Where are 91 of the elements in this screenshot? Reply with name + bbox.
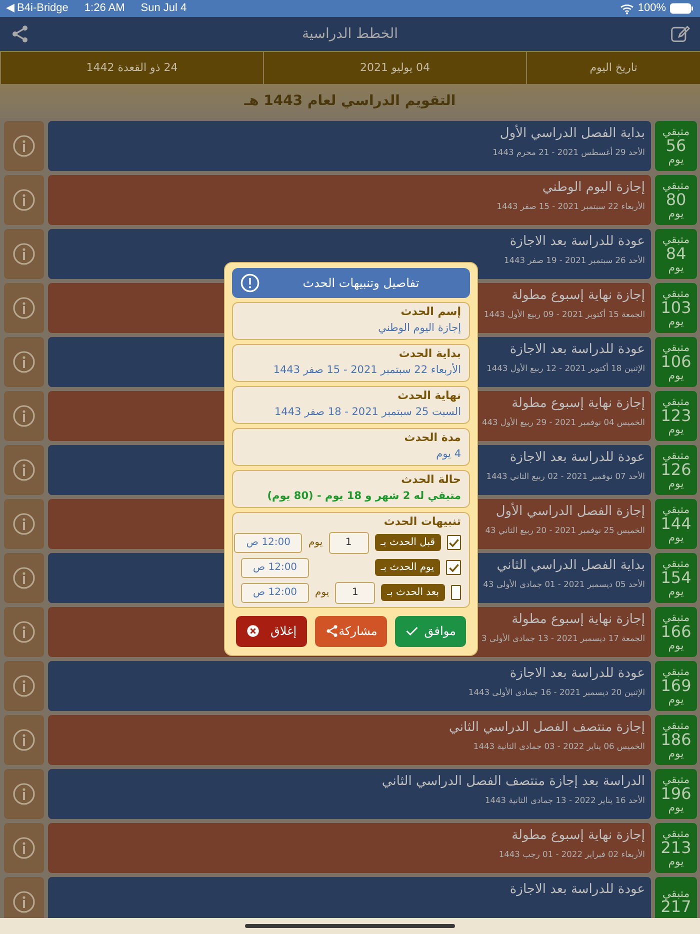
days-unit: يوم [668, 478, 684, 490]
event-title: إجازة اليوم الوطني [542, 179, 645, 197]
event-date: الخميس 25 نوفمبر 2021 - 20 ربيع الثاني 43 [485, 524, 645, 537]
event-date: الأربعاء 02 فبراير 2022 - 01 رجب 1443 [498, 848, 645, 861]
remaining-label: متبقي [662, 612, 690, 624]
days-count: 84 [666, 246, 686, 262]
status-time: 1:26 AM [84, 1, 125, 16]
days-count: 56 [666, 138, 686, 154]
event-date: الجمعة 15 أكتوبر 2021 - 09 ربيع الأول 1443 [484, 308, 645, 321]
remaining-label: متبقي [662, 828, 690, 840]
days-unit: يوم [668, 262, 684, 274]
status-date: Sun Jul 4 [140, 1, 187, 16]
event-title: عودة للدراسة بعد الاجازة [510, 233, 645, 251]
detail-label: إسم الحدث [400, 305, 461, 320]
event-date: الأحد 16 يناير 2022 - 13 جمادى الثانية 1443 [484, 794, 645, 807]
days-count: 144 [660, 516, 692, 532]
battery-percent: 100% [638, 1, 666, 16]
days-unit: يوم [668, 370, 684, 382]
detail-value: السبت 25 سبتمبر 2021 - 18 صفر 1443 [273, 406, 461, 420]
days-count: 103 [660, 300, 692, 316]
days-unit: يوم [668, 154, 684, 166]
event-title: بداية الفصل الدراسي الأول [500, 125, 645, 143]
event-date: الخميس 06 يناير 2022 - 03 جمادى الثانية 1443 [473, 740, 645, 753]
days-unit: يوم [668, 856, 684, 868]
event-date: الجمعة 17 ديسمبر 2021 - 13 جمادى الأولى 3 [482, 632, 645, 645]
remaining-label: متبقي [662, 504, 690, 516]
days-unit: يوم [668, 640, 684, 652]
event-date: الإثنين 20 ديسمبر 2021 - 16 جمادى الأولى 1443 [468, 686, 645, 699]
remaining-label: متبقي [662, 234, 690, 246]
days-count: 169 [660, 678, 692, 694]
days-count: 166 [660, 624, 692, 640]
unit-label: يوم [315, 586, 330, 600]
remaining-label: متبقي [662, 774, 690, 786]
event-title: إجازة نهاية إسبوع مطولة [512, 287, 645, 305]
detail-label: حالة الحدث [400, 472, 461, 488]
days-unit: يوم [668, 316, 684, 328]
event-title: عودة للدراسة بعد الاجازة [510, 881, 645, 899]
event-date: الأربعاء 22 سبتمبر 2021 - 15 صفر 1443 [496, 200, 645, 213]
days-unit: يوم [668, 208, 684, 220]
days-unit: يوم [668, 748, 684, 760]
days-unit: يوم [668, 586, 684, 598]
days-count: 80 [666, 192, 686, 208]
detail-label: بداية الحدث [398, 346, 461, 362]
event-title: إجازة نهاية إسبوع مطولة [512, 611, 645, 629]
remaining-label: متبقي [662, 396, 690, 408]
remaining-label: متبقي [662, 666, 690, 678]
event-title: إجازة نهاية إسبوع مطولة [512, 395, 645, 413]
event-title: الدراسة بعد إجازة منتصف الفصل الدراسي الثاني [382, 773, 645, 791]
event-title: بداية الفصل الدراسي الثاني [496, 557, 645, 575]
calendar-title: التقويم الدراسي لعام 1443 هـ [0, 84, 700, 118]
days-count: 217 [660, 899, 692, 916]
detail-value: 4 يوم [435, 448, 461, 462]
remaining-label: متبقي [662, 126, 690, 138]
remaining-label: متبقي [662, 450, 690, 462]
event-date: الأحد 07 نوفمبر 2021 - 02 ربيع الثاني 1443 [486, 470, 645, 483]
event-title: إجازة الفصل الدراسي الأول [496, 503, 645, 521]
event-title: عودة للدراسة بعد الاجازة [510, 665, 645, 683]
days-unit: يوم [668, 532, 684, 544]
days-count: 196 [660, 786, 692, 802]
detail-label: مدة الحدث [403, 430, 461, 446]
unit-label: يوم [308, 536, 323, 550]
days-count: 106 [660, 354, 692, 370]
event-title: عودة للدراسة بعد الاجازة [510, 449, 645, 467]
event-date: الخميس 04 نوفمبر 2021 - 29 ربيع الأول 443 [482, 416, 645, 429]
days-unit: يوم [668, 802, 684, 814]
days-count: 213 [660, 840, 692, 856]
detail-value: متبقي له 2 شهر و 18 يوم - (80 يوم) [266, 490, 461, 504]
event-date: الإثنين 18 أكتوبر 2021 - 12 ربيع الأول 1443 [486, 362, 645, 375]
event-date: الأحد 29 أغسطس 2021 - 21 محرم 1443 [492, 146, 645, 159]
days-count: 126 [660, 462, 692, 478]
days-count: 154 [660, 570, 692, 586]
screen-title: الخطط الدراسية [302, 24, 398, 44]
detail-value: الأربعاء 22 سبتمبر 2021 - 15 صفر 1443 [272, 364, 461, 378]
event-title: إجازة نهاية إسبوع مطولة [512, 827, 645, 845]
days-count: 123 [660, 408, 692, 424]
remaining-label: متبقي [662, 180, 690, 192]
remaining-label: متبقي [662, 558, 690, 570]
event-title: عودة للدراسة بعد الاجازة [510, 341, 645, 359]
event-title: إجازة منتصف الفصل الدراسي الثاني [449, 719, 645, 737]
remaining-label: متبقي [662, 720, 690, 732]
remaining-label: متبقي [662, 288, 690, 300]
event-date: الأحد 05 ديسمبر 2021 - 01 جمادى الأولى 43 [483, 578, 645, 591]
days-unit: يوم [668, 694, 684, 706]
days-count: 186 [660, 732, 692, 748]
detail-label: نهاية الحدث [396, 388, 461, 404]
event-date: الأحد 26 سبتمبر 2021 - 19 صفر 1443 [504, 254, 645, 267]
remaining-label: متبقي [662, 888, 690, 900]
detail-value: إجازة اليوم الوطني [377, 322, 461, 336]
days-unit: يوم [668, 424, 684, 436]
alerts-label: تنبيهات الحدث [382, 514, 461, 529]
remaining-label: متبقي [662, 342, 690, 354]
